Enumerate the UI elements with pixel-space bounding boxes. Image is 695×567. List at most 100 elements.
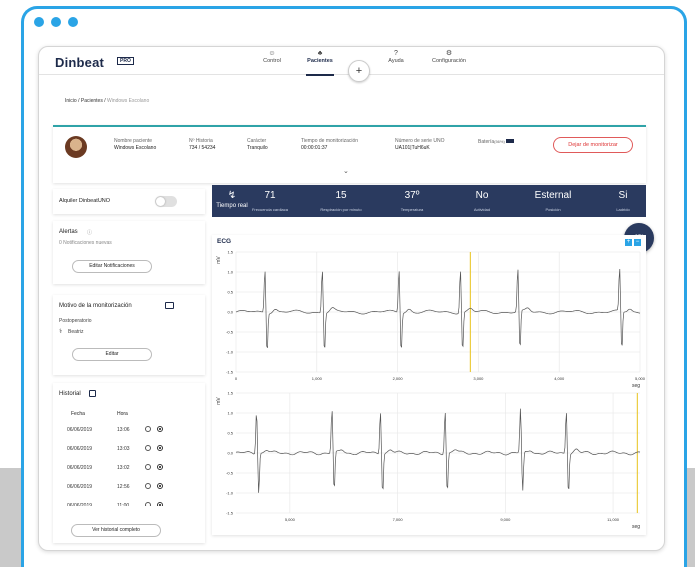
x-tick-label: 3,000 (473, 376, 484, 381)
ecg-trace (235, 268, 641, 348)
history-date: 06/06/2019 (67, 484, 93, 490)
info-icon[interactable] (145, 483, 151, 489)
play-icon[interactable] (157, 445, 163, 451)
breadcrumb-home[interactable]: Inicio (65, 98, 77, 104)
patient-character-field: Carácter Tranquilo (247, 138, 268, 152)
chevron-down-icon[interactable]: ⌄ (343, 167, 349, 175)
play-icon[interactable] (157, 483, 163, 489)
nav-label: Ayuda (388, 58, 404, 64)
history-row[interactable]: 06/06/2019 13:03 (53, 440, 205, 458)
history-title: Historial (59, 391, 81, 397)
vital-item: 37º Temperatura (376, 190, 448, 212)
history-time: 13:03 (117, 446, 130, 452)
x-axis-label: seg (632, 524, 640, 530)
history-time: 13:02 (117, 465, 130, 471)
vital-value: Esternal (534, 190, 572, 201)
play-icon[interactable] (157, 426, 163, 432)
vital-label: Respiración por minuto (320, 207, 362, 212)
history-panel: Historial Fecha Hora 06/06/2019 13:06 06/0… (53, 383, 205, 543)
motive-doctor: Beatriz (68, 329, 84, 335)
vital-label: Posición (545, 207, 561, 212)
alerts-title: Alertas (59, 229, 78, 235)
full-history-button[interactable]: Ver historial completo (71, 524, 161, 537)
window-dot[interactable] (68, 17, 78, 27)
monitoring-time-field: Tiempo de monitorización 00:00:01:37 (301, 138, 358, 152)
y-tick-label: 0.0 (227, 451, 233, 456)
edit-notifications-button[interactable]: Editar Notificaciones (72, 260, 152, 273)
add-button[interactable]: + (348, 60, 370, 82)
history-row[interactable]: 06/06/2019 13:02 (53, 459, 205, 477)
vital-value: 37º (404, 190, 420, 201)
monitor-icon[interactable] (165, 302, 174, 309)
alerts-subtitle: 0 Notificaciones nuevas (59, 240, 112, 246)
play-icon[interactable] (157, 502, 163, 506)
battery-field: Batería(56%) (478, 138, 515, 146)
play-icon[interactable] (157, 464, 163, 470)
vital-value: 15 (335, 190, 347, 201)
x-tick-label: 2,000 (393, 376, 404, 381)
x-tick-label: 5,000 (285, 517, 296, 522)
vital-value: Si (618, 190, 628, 201)
history-row[interactable]: 06/06/2019 11:00 (53, 497, 205, 506)
x-tick-label: 9,000 (500, 517, 511, 522)
y-tick-label: -1.0 (226, 491, 234, 496)
vital-item: Esternal Posición (517, 190, 589, 212)
window-dot[interactable] (34, 17, 44, 27)
window-dot[interactable] (51, 17, 61, 27)
y-tick-label: -1.5 (226, 511, 234, 516)
history-icon[interactable] (89, 390, 96, 397)
breadcrumb: Inicio / Pacientes / Windows Escolano (65, 98, 149, 104)
help-icon: ? (394, 50, 398, 57)
history-row[interactable]: 06/06/2019 13:06 (53, 421, 205, 439)
y-tick-label: 0.0 (227, 310, 233, 315)
logo[interactable]: Dinbeat (55, 55, 104, 70)
patient-history-number: 734 / 54234 (189, 145, 216, 151)
nav-configuracion[interactable]: ⚙ Configuración (419, 50, 479, 64)
nav-ayuda[interactable]: ? Ayuda (366, 50, 426, 64)
y-tick-label: 1.5 (227, 391, 233, 396)
vital-label: Ladrido (616, 207, 630, 212)
history-time: 13:06 (117, 427, 130, 433)
ecg-charts: 1.51.00.50.0-0.5-1.0-1.50 1,000 2,000 3,000… (216, 250, 646, 531)
history-row[interactable]: 06/06/2019 12:56 (53, 478, 205, 496)
patient-name: Windows Escolano (114, 145, 157, 151)
info-icon[interactable] (145, 426, 151, 432)
vital-value: 71 (264, 190, 276, 201)
breadcrumb-separator: / (104, 98, 106, 104)
breadcrumb-separator: / (78, 98, 80, 104)
breadcrumb-patients[interactable]: Pacientes (81, 98, 103, 104)
y-tick-label: 1.0 (227, 411, 233, 416)
stop-monitoring-button[interactable]: Dejar de monitorizar (553, 137, 633, 153)
patient-history-field: Nº Historia 734 / 54234 (189, 138, 215, 152)
info-icon[interactable] (145, 502, 151, 506)
ecg-panel: ECG + − 1.5 1.0 0.5 0.0 -0.5 -1.0 -1.5 0 1,000 2,… (212, 235, 646, 535)
x-tick-label: 4,000 (554, 376, 565, 381)
serial-number: UA101|TuH6uK (395, 145, 430, 151)
motive-reason: Postoperatorio (59, 318, 92, 324)
field-label: Número de serie UNO (395, 138, 445, 144)
logo-pro-badge: PRO (117, 57, 134, 65)
nav-label: Configuración (432, 58, 466, 64)
alerts-panel: Alertas ⓘ 0 Notificaciones nuevas Editar… (53, 221, 205, 284)
info-icon[interactable] (145, 445, 151, 451)
y-tick-label: -1.5 (226, 370, 234, 375)
edit-motive-button[interactable]: Editar (72, 348, 152, 361)
info-icon[interactable] (145, 464, 151, 470)
vital-value: No (475, 190, 489, 201)
history-date: 06/06/2019 (67, 503, 93, 506)
vital-label: Frecuencia cardiaca (251, 207, 289, 212)
vital-item: 71 Frecuencia cardiaca (234, 190, 306, 212)
field-label: Nombre paciente (114, 138, 153, 144)
patient-name-field: Nombre paciente Windows Escolano (114, 138, 156, 152)
patient-avatar (65, 136, 87, 158)
nav-pacientes[interactable]: ♣ Pacientes (290, 50, 350, 76)
history-date: 06/06/2019 (67, 465, 93, 471)
field-label: Tiempo de monitorización (301, 138, 359, 144)
vital-item: Si Ladrido (587, 190, 659, 212)
rent-toggle[interactable] (155, 196, 177, 207)
nav-label: Control (263, 58, 281, 64)
rent-panel: Alquiler DinbeatUNO (53, 189, 205, 214)
x-tick-label: 5,000 (635, 376, 646, 381)
doctor-icon: ⚕ (59, 329, 63, 335)
paw-icon: ♣ (317, 50, 323, 57)
